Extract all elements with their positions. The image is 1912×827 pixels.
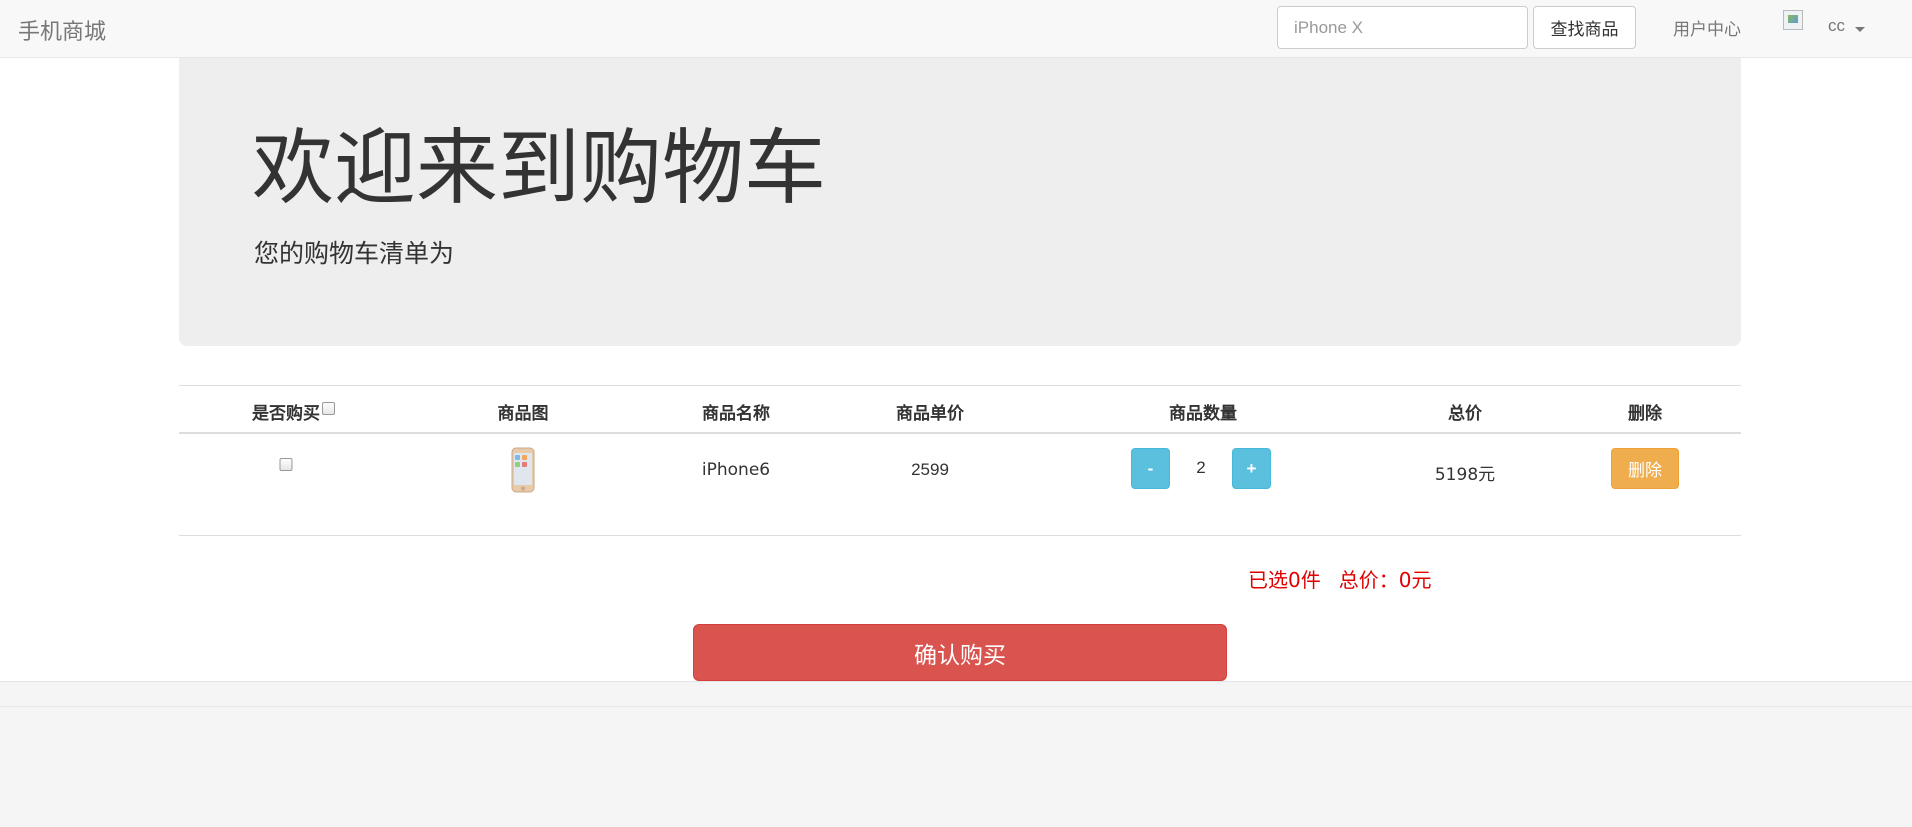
cart-table: 是否购买 商品图 商品名称 商品单价 商品数量 总价 删除 iPhone6 25… — [179, 385, 1741, 536]
table-header-row: 是否购买 商品图 商品名称 商品单价 商品数量 总价 删除 — [179, 385, 1741, 434]
search-input[interactable] — [1277, 6, 1528, 49]
decrease-quantity-button[interactable]: - — [1131, 448, 1170, 489]
user-dropdown-toggle[interactable]: cc — [1828, 16, 1845, 36]
row-total: 5198元 — [1434, 465, 1496, 485]
user-center-link[interactable]: 用户中心 — [1673, 15, 1741, 40]
header-delete: 删除 — [1628, 404, 1662, 424]
quantity-value: 2 — [1196, 458, 1206, 477]
navbar: 手机商城 查找商品 用户中心 cc — [0, 0, 1912, 58]
unit-price: 2599 — [911, 460, 949, 479]
cart-summary: 已选0件 总价：0元 — [1248, 564, 1449, 593]
footer-divider — [0, 706, 1912, 707]
product-name: iPhone6 — [701, 460, 771, 480]
jumbotron: 欢迎来到购物车 您的购物车清单为 — [179, 58, 1741, 346]
page-subtitle: 您的购物车清单为 — [254, 239, 455, 268]
delete-button[interactable]: 删除 — [1611, 448, 1679, 489]
header-buy: 是否购买 — [252, 404, 320, 424]
search-button[interactable]: 查找商品 — [1533, 6, 1636, 49]
header-total: 总价 — [1448, 404, 1482, 424]
phone-image-icon — [511, 447, 535, 493]
header-image: 商品图 — [497, 404, 549, 424]
header-quantity: 商品数量 — [1169, 404, 1237, 424]
page-title: 欢迎来到购物车 — [252, 121, 827, 216]
footer — [0, 681, 1912, 827]
row-select-checkbox[interactable] — [279, 458, 293, 471]
header-unit-price: 商品单价 — [896, 404, 964, 424]
header-name: 商品名称 — [702, 404, 770, 424]
avatar-image-icon — [1783, 10, 1803, 30]
caret-down-icon[interactable] — [1855, 27, 1865, 32]
selected-count: 已选0件 — [1248, 568, 1321, 592]
confirm-purchase-button[interactable]: 确认购买 — [693, 624, 1227, 681]
table-row: iPhone6 2599 - 2 + 5198元 删除 — [179, 434, 1741, 536]
increase-quantity-button[interactable]: + — [1232, 448, 1271, 489]
brand-link[interactable]: 手机商城 — [18, 14, 106, 46]
selected-total: 总价：0元 — [1338, 568, 1432, 592]
select-all-checkbox[interactable] — [322, 402, 335, 415]
